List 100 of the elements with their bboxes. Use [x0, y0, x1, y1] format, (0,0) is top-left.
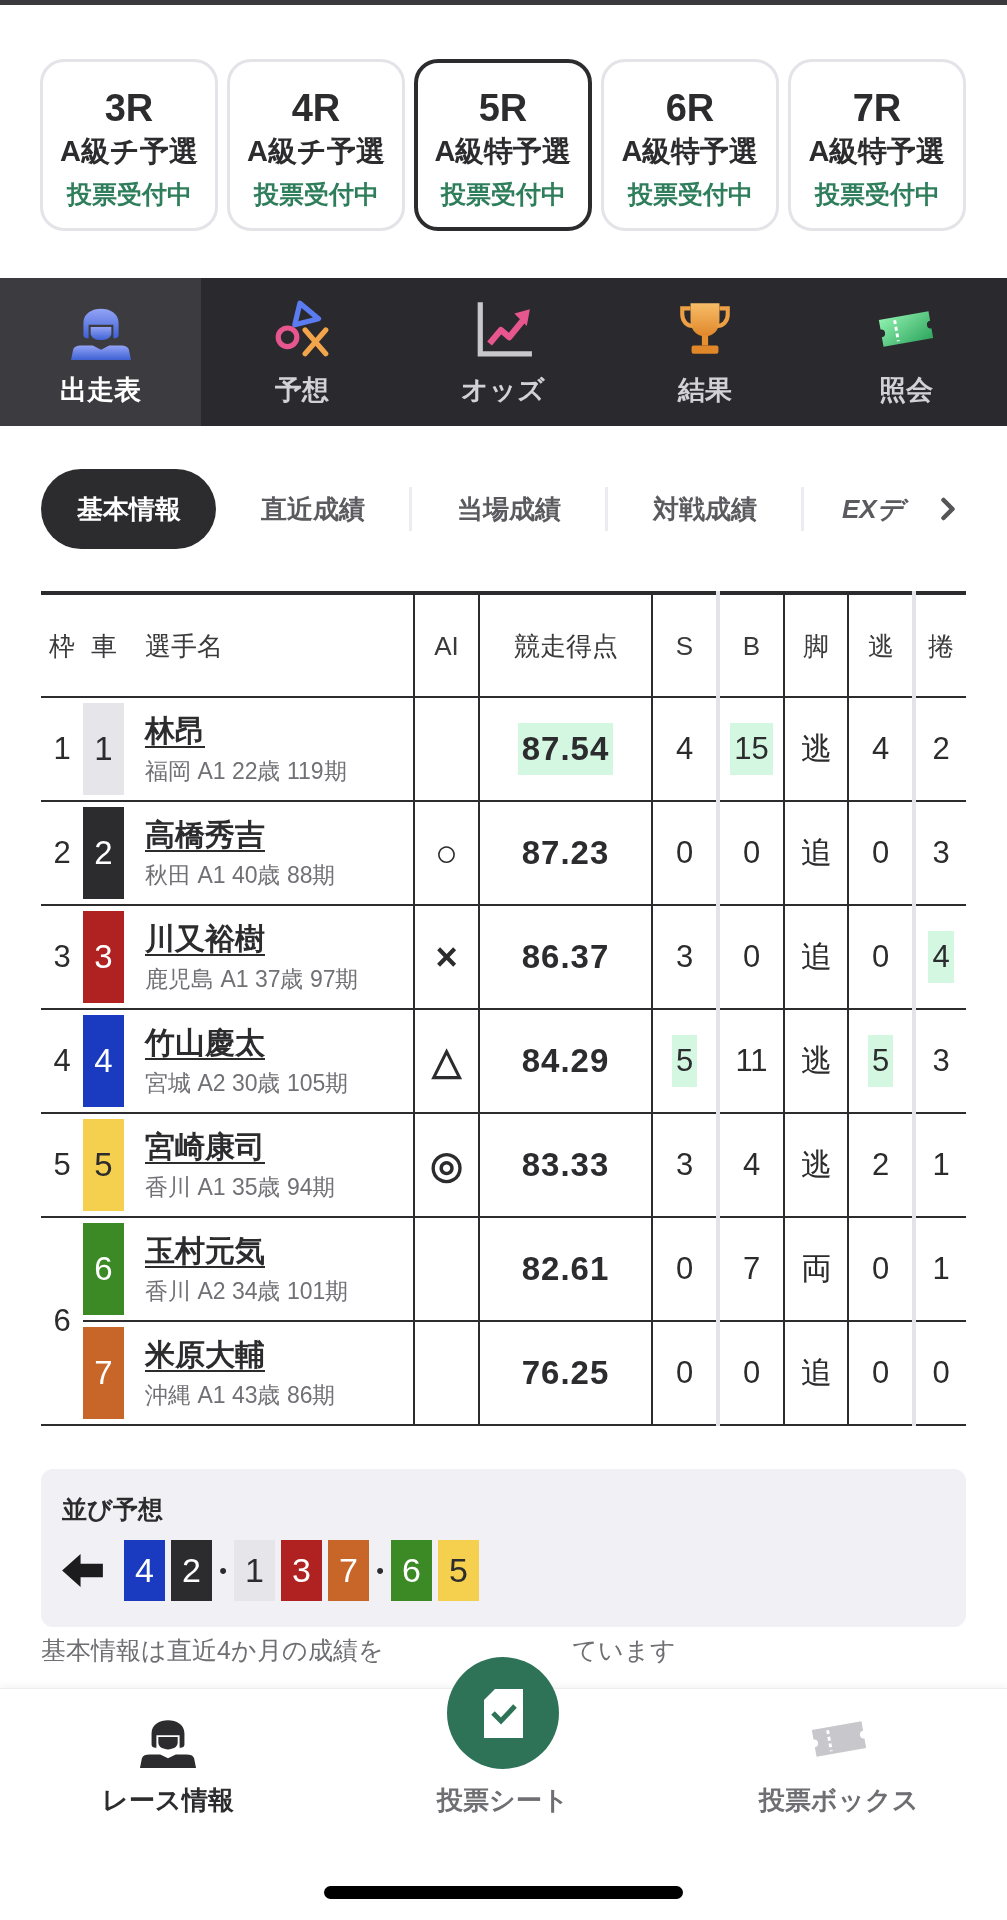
rider-profile: 宮城 A2 30歳 105期: [145, 1069, 349, 1097]
back-count: 0: [741, 938, 762, 976]
menu-tab[interactable]: 照会: [805, 278, 1007, 426]
running-style: 逃: [800, 731, 832, 766]
running-style: 両: [800, 1251, 832, 1286]
start-count: 5: [671, 1035, 698, 1087]
bracket-number: 2: [53, 835, 71, 870]
column-header: 選手名: [145, 630, 223, 661]
menu-tab[interactable]: オッズ: [402, 278, 605, 426]
car-number-tile: 4: [83, 1015, 124, 1107]
tab-bar-item[interactable]: 投票ボックス: [759, 1689, 920, 1815]
car-number-tile: 5: [83, 1119, 124, 1211]
menu-tab[interactable]: 出走表: [0, 278, 202, 426]
footnote-text: 基本情報は直近4か月の成績を: [41, 1635, 384, 1665]
left-arrow-icon: [62, 1554, 103, 1587]
race-tab[interactable]: 7R A級特予選 投票受付中: [788, 59, 966, 231]
escape-count: 0: [870, 1354, 891, 1392]
sweep-count: 0: [931, 1354, 951, 1392]
rider-profile: 香川 A1 35歳 94期: [145, 1173, 336, 1201]
column-header: 枠: [49, 630, 75, 661]
race-tab[interactable]: 3R A級チ予選 投票受付中: [40, 59, 218, 231]
separator-dot: •: [375, 1557, 385, 1584]
info-tab[interactable]: 直近成績: [216, 469, 409, 549]
race-score: 76.25: [520, 1353, 611, 1393]
menu-tab[interactable]: 予想: [201, 278, 403, 426]
rider-name-link[interactable]: 高橋秀吉: [145, 817, 265, 853]
start-count: 0: [674, 1250, 695, 1288]
tab-bar-item[interactable]: 投票シート: [437, 1657, 570, 1815]
sweep-count: 1: [931, 1146, 951, 1184]
column-header: 競走得点: [513, 630, 618, 661]
info-tab[interactable]: 基本情報: [41, 469, 216, 549]
menu-tab[interactable]: 結果: [604, 278, 806, 426]
escape-count: 0: [870, 834, 891, 872]
info-tab[interactable]: EXデ: [804, 469, 908, 549]
car-number-tile: 6: [391, 1540, 432, 1601]
rider-profile: 福岡 A1 22歳 119期: [145, 757, 347, 785]
car-number-tile: 2: [83, 807, 124, 899]
escape-count: 0: [870, 1250, 891, 1288]
rider-profile: 沖縄 A1 43歳 86期: [145, 1381, 336, 1409]
running-style: 追: [800, 1355, 832, 1390]
panel-title: 並び予想: [62, 1494, 163, 1525]
race-score: 86.37: [520, 937, 611, 977]
rider-name-link[interactable]: 林昂: [145, 713, 205, 749]
car-number-tile: 7: [328, 1540, 369, 1601]
rider-profile: 鹿児島 A1 37歳 97期: [145, 965, 359, 993]
footnote-text: ています: [572, 1635, 676, 1665]
bracket-number: 4: [53, 1043, 71, 1078]
rider-name-link[interactable]: 竹山慶太: [145, 1025, 265, 1061]
start-count: 4: [674, 730, 695, 768]
column-header: AI: [434, 630, 459, 661]
car-number-tile: 4: [124, 1540, 165, 1601]
race-score: 82.61: [520, 1249, 611, 1289]
rider-name-link[interactable]: 川又裕樹: [145, 921, 265, 957]
sweep-count: 1: [931, 1250, 951, 1288]
race-score: 83.33: [520, 1145, 611, 1185]
start-count: 3: [674, 1146, 695, 1184]
sweep-count: 2: [931, 730, 951, 768]
ai-mark: ○: [435, 832, 458, 874]
car-number-tile: 7: [83, 1327, 124, 1419]
rider-profile: 香川 A2 34歳 101期: [145, 1277, 349, 1305]
sweep-count: 3: [931, 1042, 951, 1080]
sweep-count: 3: [931, 834, 951, 872]
escape-count: 4: [870, 730, 891, 768]
race-score: 87.54: [517, 723, 614, 775]
bracket-number: 6: [53, 1303, 71, 1338]
column-header: B: [742, 630, 761, 661]
rider-name-link[interactable]: 玉村元気: [145, 1233, 265, 1269]
escape-count: 5: [867, 1035, 894, 1087]
column-header: 脚: [803, 630, 829, 661]
rider-name-link[interactable]: 宮崎康司: [145, 1129, 265, 1165]
car-number-tile: 6: [83, 1223, 124, 1315]
info-tab[interactable]: 対戦成績: [608, 469, 801, 549]
race-score: 84.29: [520, 1041, 611, 1081]
rider-name-link[interactable]: 米原大輔: [145, 1337, 265, 1373]
race-tab[interactable]: 4R A級チ予選 投票受付中: [227, 59, 405, 231]
column-header: 逃: [867, 630, 894, 661]
car-number-tile: 1: [234, 1540, 275, 1601]
bracket-number: 5: [53, 1147, 71, 1182]
back-count: 7: [741, 1250, 762, 1288]
race-tab[interactable]: 6R A級特予選 投票受付中: [601, 59, 779, 231]
back-count: 15: [730, 723, 773, 775]
bracket-number: 1: [53, 731, 71, 766]
rider-profile: 秋田 A1 40歳 88期: [145, 861, 336, 889]
ai-mark: △: [432, 1040, 461, 1082]
bracket-number: 3: [53, 939, 71, 974]
start-count: 0: [674, 1354, 695, 1392]
car-number-tile: 5: [438, 1540, 479, 1601]
info-tab[interactable]: 当場成績: [412, 469, 605, 549]
car-number-tile: 3: [83, 911, 124, 1003]
ai-mark: ×: [435, 936, 458, 978]
sweep-count: 4: [928, 931, 954, 983]
start-count: 3: [674, 938, 695, 976]
race-tab[interactable]: 5R A級特予選 投票受付中: [414, 59, 592, 231]
escape-count: 2: [870, 1146, 891, 1184]
column-header: 捲: [928, 630, 954, 661]
tab-bar-item[interactable]: レース情報: [101, 1689, 234, 1815]
running-style: 逃: [800, 1147, 832, 1182]
escape-count: 0: [870, 938, 891, 976]
running-style: 追: [800, 939, 832, 974]
column-header: 車: [90, 630, 117, 661]
